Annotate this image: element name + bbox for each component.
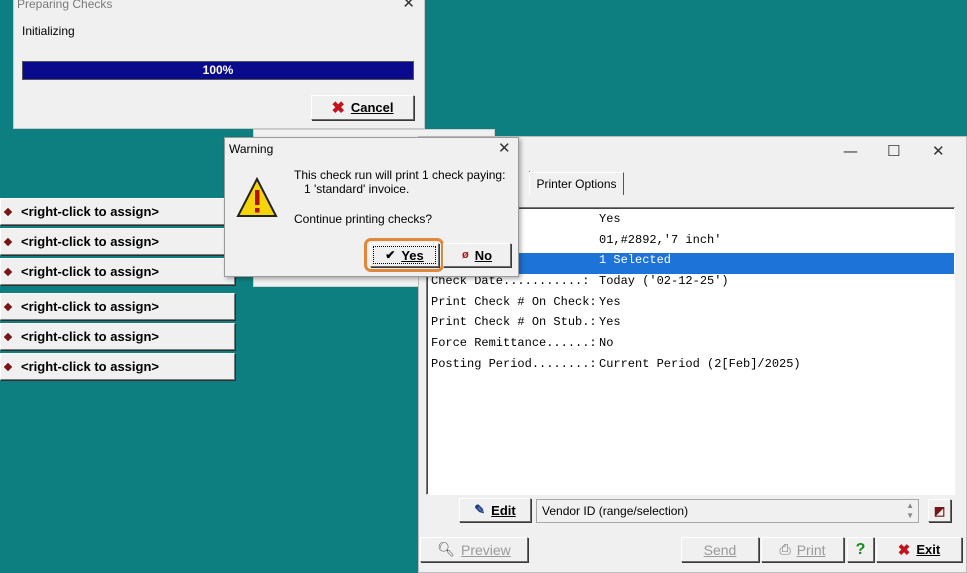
diamond-icon: [3, 237, 13, 246]
diamond-icon: [3, 302, 13, 311]
preparing-checks-window: Preparing Checks ✕ Initializing 100% ✖ C…: [13, 0, 425, 129]
minimize-icon[interactable]: —: [843, 142, 858, 160]
close-icon[interactable]: ✕: [932, 142, 945, 160]
warning-message-line2: 1 'standard' invoice.: [304, 182, 410, 196]
cancel-button[interactable]: ✖ Cancel: [311, 95, 414, 120]
assign-button-2[interactable]: <right-click to assign>: [0, 228, 235, 255]
status-text: Initializing: [22, 24, 75, 38]
close-icon[interactable]: ✕: [498, 139, 511, 157]
edit-button[interactable]: ✎ Edit: [459, 498, 531, 522]
settings-row[interactable]: Posting Period........: Current Period (…: [431, 357, 954, 378]
preview-button[interactable]: 🔍︎ Preview: [420, 537, 528, 562]
diamond-icon: [3, 267, 13, 276]
lookup-button[interactable]: ◩: [928, 499, 951, 522]
settings-row[interactable]: Print Check # On Stub.: Yes: [431, 315, 954, 336]
help-button[interactable]: ?: [847, 537, 874, 562]
assign-button-3[interactable]: <right-click to assign>: [0, 258, 235, 285]
settings-row[interactable]: Check Date...........: Today ('02-12-25'…: [431, 274, 954, 295]
warning-triangle-icon: [236, 177, 278, 217]
diamond-icon: [3, 362, 13, 371]
send-button[interactable]: Send: [681, 537, 759, 562]
progress-bar: 100%: [22, 61, 414, 80]
assign-button-6[interactable]: <right-click to assign>: [0, 353, 235, 380]
exit-button[interactable]: ✖ Exit: [876, 537, 962, 562]
tab-printer-options[interactable]: Printer Options: [529, 172, 624, 195]
no-button[interactable]: ø No: [443, 243, 511, 267]
maximize-icon[interactable]: ☐: [887, 142, 900, 160]
spinner-icon[interactable]: ▲ ▼: [906, 501, 914, 521]
diamond-icon: [3, 332, 13, 341]
progress-text: 100%: [202, 63, 234, 77]
yes-button[interactable]: ✔ Yes: [370, 243, 439, 267]
check-icon: ✔: [385, 248, 396, 262]
magnifier-icon: 🔍︎: [437, 541, 455, 557]
print-button[interactable]: ⎙ Print: [761, 537, 844, 562]
printer-icon: ⎙: [779, 541, 791, 557]
warning-dialog: Warning ✕ This check run will print 1 ch…: [224, 137, 519, 277]
window-title: Preparing Checks: [17, 0, 113, 11]
status-field[interactable]: Vendor ID (range/selection) ▲ ▼: [536, 499, 919, 523]
exit-icon: ✖: [897, 541, 911, 559]
pencil-icon: ✎: [474, 502, 486, 517]
settings-row[interactable]: Print Check # On Check: Yes: [431, 295, 954, 316]
no-icon: ø: [461, 249, 469, 261]
lookup-icon: ◩: [933, 503, 946, 518]
cancel-icon: ✖: [331, 99, 345, 117]
assign-button-5[interactable]: <right-click to assign>: [0, 323, 235, 350]
assign-button-1[interactable]: <right-click to assign>: [0, 198, 235, 225]
warning-question: Continue printing checks?: [294, 212, 433, 226]
settings-row[interactable]: Force Remittance......: No: [431, 336, 954, 357]
warning-message-line1: This check run will print 1 check paying…: [294, 168, 506, 182]
dialog-title: Warning: [229, 142, 274, 156]
assign-button-4[interactable]: <right-click to assign>: [0, 293, 235, 320]
diamond-icon: [3, 207, 13, 216]
close-icon[interactable]: ✕: [402, 0, 415, 12]
